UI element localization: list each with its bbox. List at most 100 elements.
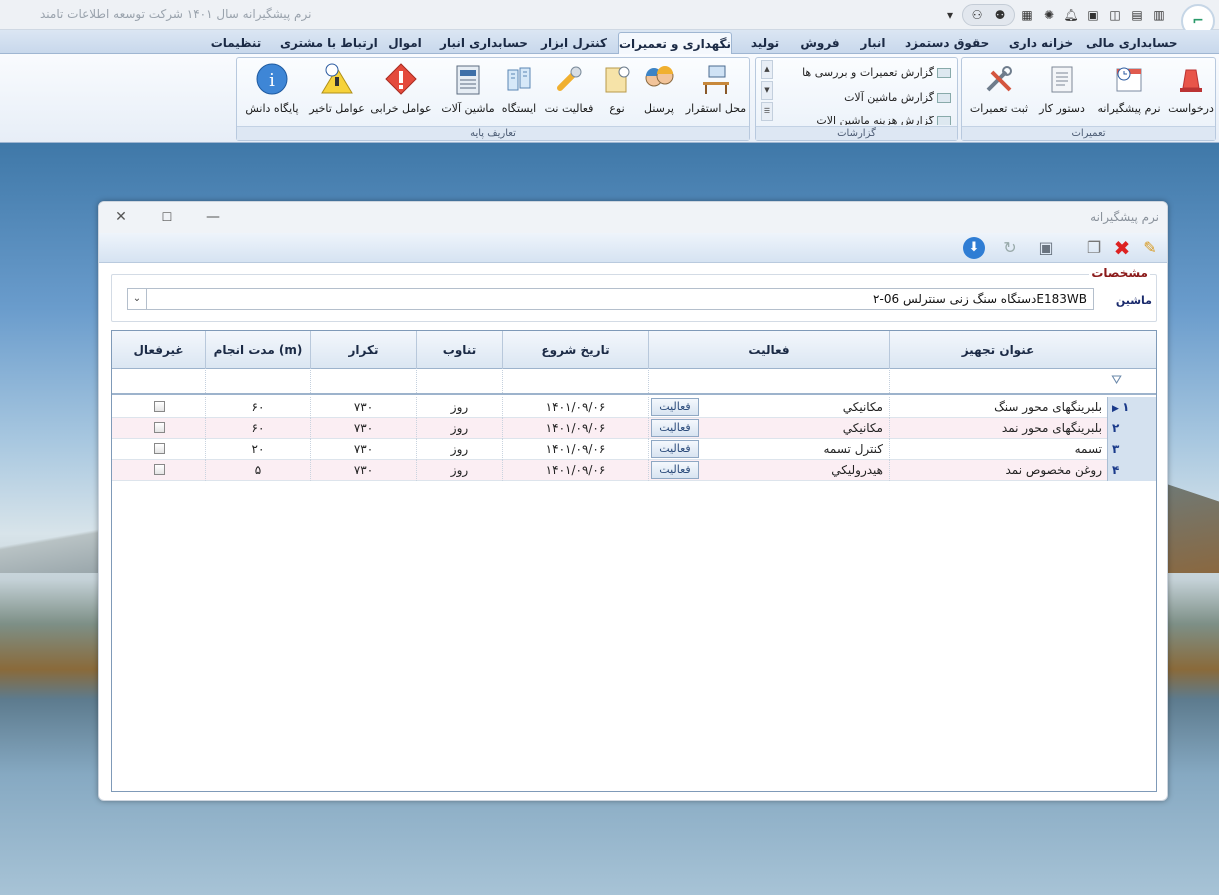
window-title: نرم پیشگیرانه (1090, 210, 1159, 224)
col-start-date[interactable]: تاریخ شروع (502, 331, 648, 369)
minimize-icon[interactable]: — (199, 206, 227, 228)
table-row[interactable]: ۴ روغن مخصوص نمد هیدرولیکي فعالیت ۱۴۰۱/۰۹… (112, 460, 1156, 481)
cell-inactive (112, 460, 205, 481)
tab-tool-control[interactable]: کنترل ابزار (540, 32, 608, 54)
cell-activity: مکانیکي فعالیت (648, 418, 889, 439)
tab-sales[interactable]: فروش (800, 32, 840, 54)
scroll-up-icon[interactable]: ▲ (761, 60, 773, 79)
refresh-icon[interactable]: ↻ (999, 237, 1021, 259)
tab-crm[interactable]: ارتباط با مشتری (280, 32, 378, 54)
inactive-checkbox[interactable] (154, 401, 165, 412)
cell-duration: ۵ (205, 460, 310, 481)
calculator-icon[interactable]: ▦ (1017, 5, 1037, 25)
edit-icon[interactable]: ✎ (1139, 237, 1161, 259)
quick-access-toolbar: ▾ ⚇ ⚉ ▦ ✺ 🔔︎ ▣ ◫ ▤ ▥ (940, 4, 1169, 26)
row-number: ۲ (1107, 418, 1156, 439)
inactive-checkbox[interactable] (154, 422, 165, 433)
table-row[interactable]: ▶ ۱ بلبرینگهای محور سنگ مکانیکي فعالیت ۱۴… (112, 397, 1156, 418)
location-button[interactable]: محل استقرار (683, 62, 749, 122)
tab-financial-accounting[interactable]: حسابداری مالی (1086, 32, 1178, 54)
request-button[interactable]: درخواست (1166, 62, 1216, 122)
user-icon[interactable]: ⚉ (990, 5, 1010, 25)
cell-start-date: ۱۴۰۱/۰۹/۰۶ (502, 460, 648, 481)
inactive-checkbox[interactable] (154, 464, 165, 475)
activity-button[interactable]: فعالیت (651, 419, 699, 437)
cell-duration: ۶۰ (205, 418, 310, 439)
record-repairs-button[interactable]: ثبت تعمیرات (966, 62, 1032, 122)
activity-button[interactable]: فعالیت (651, 461, 699, 479)
report-repairs-reviews[interactable]: گزارش تعمیرات و بررسی ها (802, 66, 951, 79)
maximize-icon[interactable]: ☐ (153, 206, 181, 228)
tab-warehouse[interactable]: انبار (855, 32, 891, 54)
save-icon[interactable]: ▣ (1035, 237, 1057, 259)
cell-activity: هیدرولیکي فعالیت (648, 460, 889, 481)
book-icon[interactable]: ◫ (1105, 5, 1125, 25)
inactive-checkbox[interactable] (154, 443, 165, 454)
filter-row: ⛛ (112, 370, 1156, 395)
tab-settings[interactable]: تنظیمات (208, 32, 264, 54)
col-activity[interactable]: فعالیت (648, 331, 889, 369)
filter-activity[interactable] (648, 370, 889, 393)
delay-causes-button[interactable]: عوامل تاخیر (305, 62, 369, 122)
col-inactive[interactable]: غیرفعال (112, 331, 205, 369)
users-icon[interactable]: ⚇ (967, 5, 987, 25)
col-equipment-title[interactable]: عنوان تجهیز (889, 331, 1106, 369)
ribbon: درخواست نرم پیشگیرانه دستور کار ثبت تعمی… (0, 54, 1219, 143)
col-duration[interactable]: مدت انجام (m) (205, 331, 310, 369)
report-machines[interactable]: گزارش ماشین آلات (844, 91, 951, 104)
filter-start[interactable] (502, 370, 648, 393)
specs-legend: مشخصات (1089, 266, 1150, 280)
tab-payroll[interactable]: حقوق دستمزد (905, 32, 989, 54)
machines-button[interactable]: ماشین آلات (441, 62, 495, 122)
tab-assets[interactable]: اموال (385, 32, 425, 54)
type-button[interactable]: نوع (599, 62, 635, 122)
table-row[interactable]: ۳ تسمه کنترل تسمه فعالیت ۱۴۰۱/۰۹/۰۶ روز ۷… (112, 439, 1156, 460)
ribbon-tabs: حسابداری مالی خزانه داری حقوق دستمزد انب… (0, 30, 1219, 54)
pm-activity-button[interactable]: فعالیت نت (541, 62, 597, 122)
filter-period[interactable] (416, 370, 502, 393)
activity-button[interactable]: فعالیت (651, 440, 699, 458)
failure-causes-button[interactable]: عوامل خرابی (369, 62, 433, 122)
alarm-icon[interactable]: ✺ (1039, 5, 1059, 25)
tab-treasury[interactable]: خزانه داری (1008, 32, 1074, 54)
report-machine-costs[interactable]: گزارش هزینه ماشین آلات (816, 116, 951, 125)
machine-select[interactable]: دستگاه سنگ زنی سنترلس 06-۲E183WB ⌄ (127, 288, 1094, 310)
calendar-icon[interactable]: ▤ (1127, 5, 1147, 25)
tools-icon (982, 62, 1016, 96)
cell-equipment: بلبرینگهای محور نمد (889, 418, 1106, 439)
col-repeat[interactable]: تکرار (310, 331, 416, 369)
copy-icon[interactable]: ❐ (1083, 237, 1105, 259)
tab-inventory-accounting[interactable]: حسابداری انبار (440, 32, 528, 54)
delete-icon[interactable]: ✖ (1111, 237, 1133, 259)
cell-period: روز (416, 397, 502, 418)
personnel-button[interactable]: پرسنل (637, 62, 681, 122)
dropdown-icon[interactable]: ▾ (940, 5, 960, 25)
row-number: ۴ (1107, 460, 1156, 481)
filter-repeat[interactable] (310, 370, 416, 393)
cell-duration: ۶۰ (205, 397, 310, 418)
close-icon[interactable]: ✕ (107, 206, 135, 228)
expand-gallery-icon[interactable]: ☰ (761, 102, 773, 121)
network-icon (502, 62, 536, 96)
notes-icon[interactable]: ▥ (1149, 5, 1169, 25)
filter-icon[interactable]: ⛛ (1111, 373, 1122, 388)
filter-equipment[interactable] (889, 370, 1106, 393)
preventive-button[interactable]: نرم پیشگیرانه (1094, 62, 1164, 122)
activity-button[interactable]: فعالیت (651, 398, 699, 416)
bell-icon[interactable]: 🔔︎ (1061, 5, 1081, 25)
tab-maintenance[interactable]: نگهداری و تعمیرات (618, 32, 732, 54)
svg-text:i: i (269, 70, 275, 91)
filter-duration[interactable] (205, 370, 310, 393)
tab-production[interactable]: تولید (744, 32, 786, 54)
cell-period: روز (416, 418, 502, 439)
col-period[interactable]: تناوب (416, 331, 502, 369)
work-order-button[interactable]: دستور کار (1034, 62, 1090, 122)
chevron-down-icon[interactable]: ⌄ (127, 288, 147, 310)
station-button[interactable]: ایستگاه (497, 62, 541, 122)
contacts-icon[interactable]: ▣ (1083, 5, 1103, 25)
cell-inactive (112, 418, 205, 439)
download-icon[interactable]: ⬇ (963, 237, 985, 259)
table-row[interactable]: ۲ بلبرینگهای محور نمد مکانیکي فعالیت ۱۴۰۱… (112, 418, 1156, 439)
knowledge-base-button[interactable]: i پایگاه دانش (241, 62, 303, 122)
scroll-down-icon[interactable]: ▼ (761, 81, 773, 100)
